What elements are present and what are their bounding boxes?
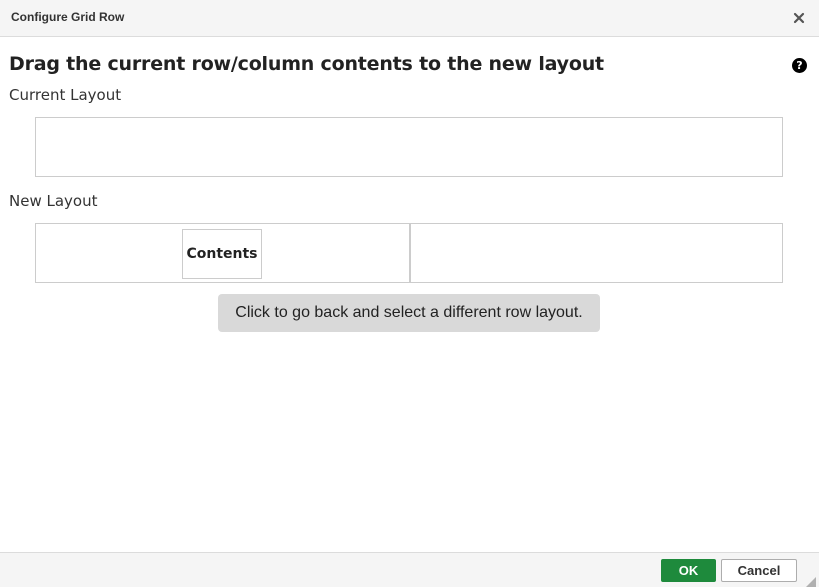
- new-layout-row: Contents: [35, 223, 783, 283]
- back-to-row-layout-button[interactable]: Click to go back and select a different …: [218, 294, 600, 332]
- ok-button[interactable]: OK: [661, 559, 716, 582]
- configure-grid-row-dialog: Configure Grid Row Drag the current row/…: [0, 0, 819, 587]
- new-layout-label: New Layout: [9, 192, 98, 210]
- cancel-button[interactable]: Cancel: [721, 559, 797, 582]
- help-icon[interactable]: ?: [792, 58, 807, 73]
- new-layout-column-2[interactable]: [410, 223, 783, 283]
- page-heading: Drag the current row/column contents to …: [9, 53, 604, 75]
- dialog-footer: OK Cancel: [0, 552, 819, 587]
- new-layout-column-1[interactable]: Contents: [35, 223, 410, 283]
- contents-draggable[interactable]: Contents: [182, 229, 262, 279]
- close-icon[interactable]: [791, 10, 807, 26]
- dialog-titlebar: Configure Grid Row: [0, 0, 819, 37]
- current-layout-label: Current Layout: [9, 86, 122, 104]
- resize-grip-icon[interactable]: [806, 574, 816, 587]
- current-layout-dropzone[interactable]: [35, 117, 783, 177]
- dialog-title: Configure Grid Row: [11, 10, 125, 24]
